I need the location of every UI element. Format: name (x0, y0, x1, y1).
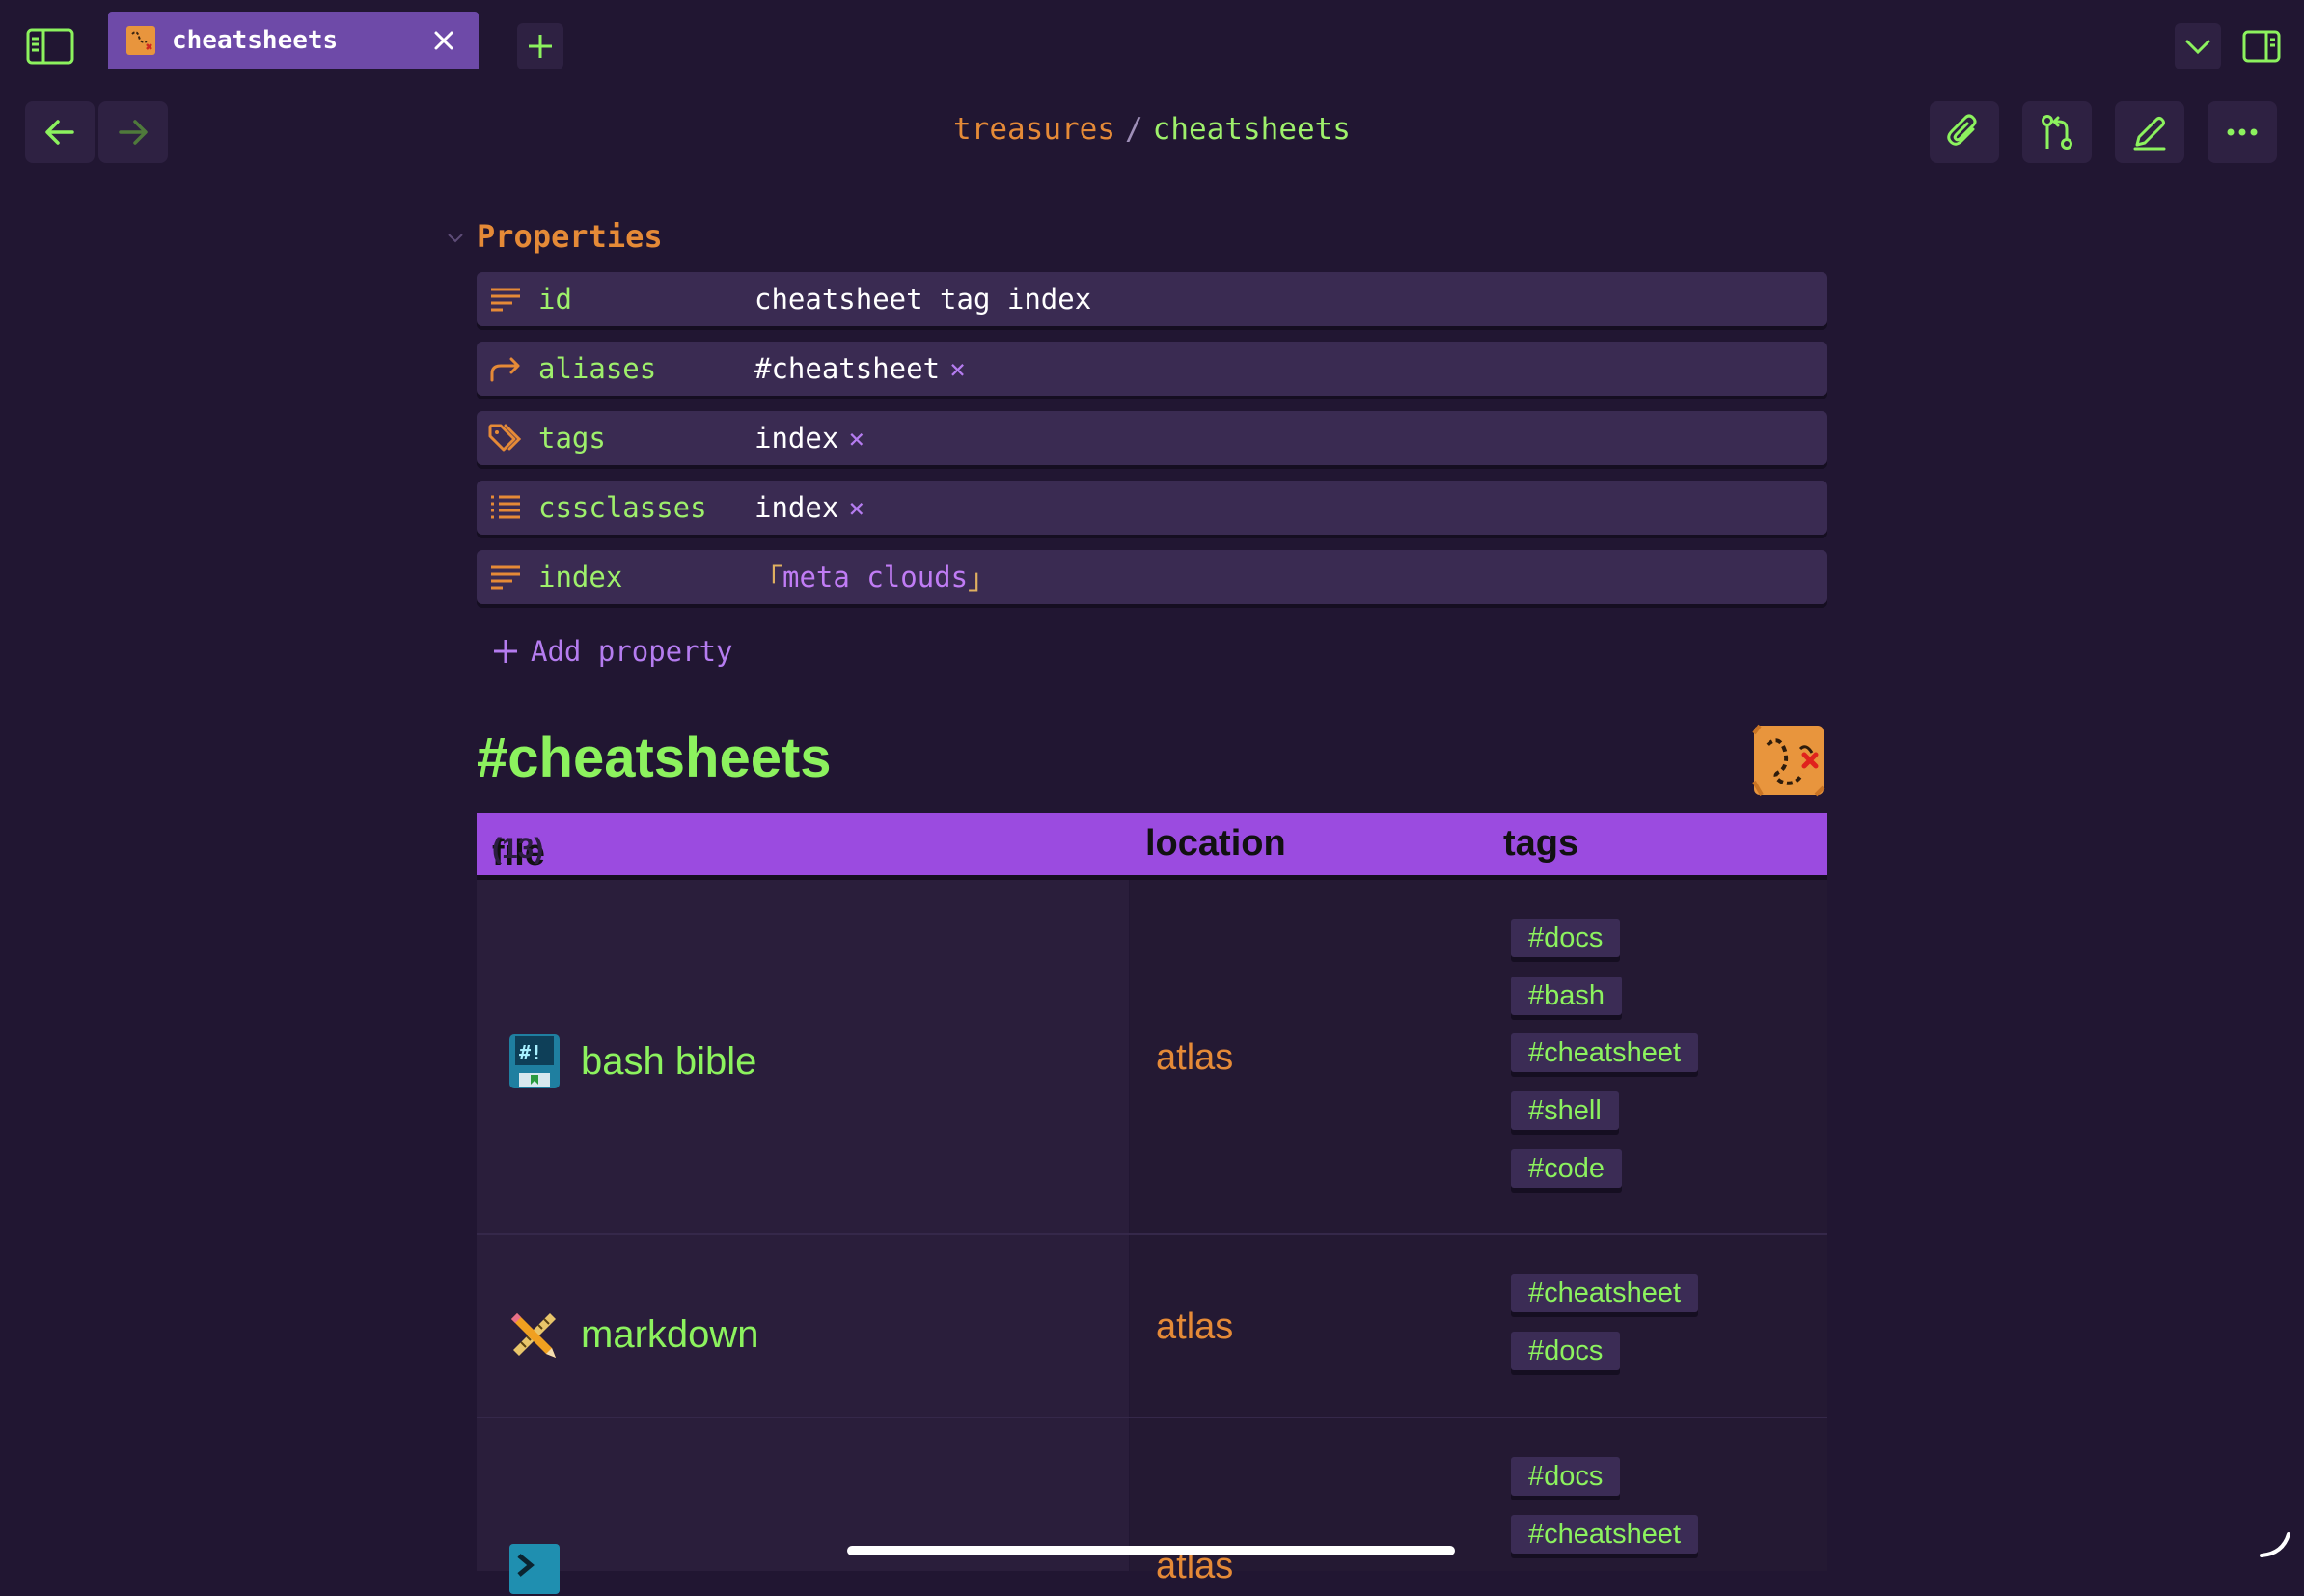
property-row-index[interactable]: index 「 meta clouds 」 (477, 550, 1827, 604)
treasure-map-icon (1752, 724, 1825, 797)
properties-heading[interactable]: Properties (477, 218, 663, 255)
chevron-down-icon[interactable] (446, 232, 465, 245)
internal-link[interactable]: meta clouds (782, 561, 968, 593)
file-column (477, 878, 1129, 1571)
plus-icon (529, 35, 552, 58)
ruler-pencil-icon (511, 1313, 556, 1358)
attachment-button[interactable] (1930, 101, 1999, 163)
property-value-field[interactable]: index × (754, 422, 864, 454)
property-key: index (538, 561, 623, 593)
plus-icon (494, 640, 517, 663)
tag-pill[interactable]: #bash (1511, 977, 1623, 1015)
property-key: id (538, 283, 572, 316)
tag-pill[interactable]: #cheatsheet (1511, 1274, 1699, 1312)
file-link[interactable]: markdown (581, 1313, 759, 1357)
close-bracket: 」 (968, 563, 997, 595)
close-icon[interactable] (423, 19, 465, 62)
alias-pill[interactable]: #cheatsheet (754, 352, 940, 385)
location-column (1130, 878, 1827, 1571)
add-property-button[interactable]: Add property (492, 635, 733, 668)
paperclip-icon (1947, 114, 1977, 146)
tag-pill[interactable]: #cheatsheet (1511, 1515, 1699, 1554)
table-row-file[interactable]: markdown (507, 1307, 759, 1362)
tag-pill[interactable]: #docs (1511, 1457, 1621, 1496)
tag-pill[interactable]: #docs (1511, 1332, 1621, 1370)
property-value-field[interactable]: 「 meta clouds 」 (754, 557, 996, 597)
more-horizontal-icon (2227, 128, 2258, 136)
chevron-down-icon (2185, 40, 2210, 55)
remove-alias-button[interactable]: × (949, 353, 966, 385)
home-indicator[interactable] (847, 1546, 1455, 1555)
property-key: cssclasses (538, 491, 707, 524)
sidebar-right-icon (2242, 30, 2281, 63)
sidebar-left-icon (26, 28, 74, 65)
new-tab-button[interactable] (517, 23, 563, 69)
svg-text:#!: #! (519, 1041, 542, 1064)
tag-pill[interactable]: #docs (1511, 919, 1621, 957)
remove-tag-button[interactable]: × (848, 423, 864, 454)
tab-cheatsheets[interactable]: cheatsheets (108, 12, 479, 69)
property-row-aliases[interactable]: aliases #cheatsheet × (477, 342, 1827, 396)
property-value-field[interactable]: #cheatsheet × (754, 352, 966, 385)
more-options-button[interactable] (2208, 101, 2277, 163)
breadcrumb-separator: / (1125, 112, 1143, 147)
file-link[interactable]: bash bible (581, 1040, 756, 1084)
add-property-label: Add property (531, 635, 733, 668)
list-icon (484, 493, 527, 522)
property-row-tags[interactable]: tags index × (477, 411, 1827, 465)
property-row-id[interactable]: id cheatsheet tag index (477, 272, 1827, 326)
file-count: (13) (492, 833, 544, 865)
open-bracket: 「 (754, 563, 783, 595)
tab-title: cheatsheets (172, 26, 339, 55)
text-lines-icon (484, 285, 527, 314)
location-value[interactable]: atlas (1156, 1307, 1233, 1348)
tag-pill[interactable]: #shell (1511, 1091, 1619, 1130)
property-value-field[interactable]: cheatsheet tag index (754, 283, 1091, 316)
breadcrumb-current[interactable]: cheatsheets (1153, 112, 1351, 147)
terminal-icon (509, 1544, 560, 1594)
floppy-disk-icon: #! (509, 1034, 560, 1088)
column-header-location[interactable]: location (1145, 823, 1286, 865)
breadcrumb-parent[interactable]: treasures (953, 112, 1115, 147)
row-divider (477, 1233, 1827, 1235)
text-lines-icon (484, 563, 527, 592)
tab-list-button[interactable] (2175, 23, 2221, 69)
tags-icon (484, 423, 527, 454)
row-divider (477, 1417, 1827, 1418)
resize-handle-icon[interactable] (2258, 1528, 2292, 1559)
table-row-file[interactable]: #! bash bible (507, 1032, 756, 1090)
property-row-cssclasses[interactable]: cssclasses index × (477, 481, 1827, 535)
git-button[interactable] (2022, 101, 2092, 163)
table-row-file[interactable] (507, 1542, 581, 1596)
sidebar-toggle-button[interactable] (23, 23, 77, 69)
cssclass-pill[interactable]: index (754, 491, 838, 524)
property-value: cheatsheet tag index (754, 283, 1092, 316)
treasure-map-icon (126, 26, 155, 55)
remove-cssclass-button[interactable]: × (848, 492, 864, 524)
git-compare-icon (2042, 115, 2072, 150)
right-sidebar-toggle-button[interactable] (2236, 23, 2287, 69)
property-key: aliases (538, 352, 657, 385)
property-key: tags (538, 422, 606, 454)
table-header: file (13) location tags (477, 813, 1827, 875)
page-heading: #cheatsheets (477, 727, 832, 789)
tag-pill[interactable]: #code (1511, 1149, 1623, 1188)
tag-pill[interactable]: #cheatsheet (1511, 1033, 1699, 1072)
forward-arrow-icon (484, 354, 527, 383)
column-header-tags[interactable]: tags (1503, 823, 1578, 865)
tag-pill[interactable]: index (754, 422, 838, 454)
pencil-icon (2133, 117, 2166, 151)
location-value[interactable]: atlas (1156, 1037, 1233, 1079)
property-value-field[interactable]: index × (754, 491, 864, 524)
edit-button[interactable] (2115, 101, 2184, 163)
